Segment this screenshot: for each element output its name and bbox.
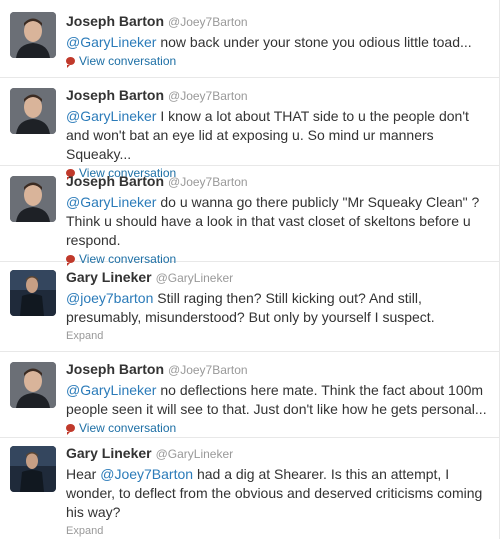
mention-link[interactable]: @GaryLineker	[66, 108, 156, 124]
username[interactable]: @GaryLineker	[156, 271, 234, 285]
view-conversation-label: View conversation	[79, 54, 177, 68]
avatar[interactable]	[10, 362, 56, 408]
avatar[interactable]	[10, 446, 56, 492]
joey-avatar-icon	[10, 362, 56, 408]
tweet-header: Joseph Barton @Joey7Barton	[66, 12, 491, 31]
tweet[interactable]: Joseph Barton @Joey7Barton @GaryLineker d…	[0, 166, 499, 266]
avatar[interactable]	[10, 12, 56, 58]
gary-avatar-icon	[10, 446, 56, 492]
tweet[interactable]: Joseph Barton @Joey7Barton @GaryLineker I…	[0, 78, 499, 180]
gary-avatar-icon	[10, 270, 56, 316]
joey-avatar-icon	[10, 12, 56, 58]
username[interactable]: @Joey7Barton	[168, 175, 248, 189]
tweet-text: Hear @Joey7Barton had a dig at Shearer. …	[66, 465, 491, 522]
expand-link[interactable]: Expand	[66, 524, 491, 539]
tweet-text: @GaryLineker no deflections here mate. T…	[66, 381, 491, 419]
username[interactable]: @Joey7Barton	[168, 15, 248, 29]
tweet-prefix: Hear	[66, 466, 101, 482]
tweet-header: Joseph Barton @Joey7Barton	[66, 360, 491, 379]
avatar[interactable]	[10, 176, 56, 222]
joey-avatar-icon	[10, 176, 56, 222]
tweet[interactable]: Joseph Barton @Joey7Barton @GaryLineker n…	[0, 352, 499, 438]
mention-link[interactable]: @GaryLineker	[66, 194, 156, 210]
display-name[interactable]: Gary Lineker	[66, 269, 152, 285]
username[interactable]: @Joey7Barton	[168, 89, 248, 103]
mention-link[interactable]: @GaryLineker	[66, 34, 156, 50]
conversation-icon	[66, 57, 75, 68]
tweet-text: @GaryLineker do u wanna go there publicl…	[66, 193, 491, 250]
tweet-timeline: Joseph Barton @Joey7Barton @GaryLineker n…	[0, 0, 500, 539]
view-conversation-link[interactable]: View conversation	[66, 420, 491, 436]
mention-link[interactable]: @joey7barton	[66, 290, 153, 306]
username[interactable]: @Joey7Barton	[168, 363, 248, 377]
display-name[interactable]: Joseph Barton	[66, 361, 164, 377]
joey-avatar-icon	[10, 88, 56, 134]
display-name[interactable]: Joseph Barton	[66, 173, 164, 189]
view-conversation-label: View conversation	[79, 421, 177, 435]
display-name[interactable]: Gary Lineker	[66, 445, 152, 461]
username[interactable]: @GaryLineker	[156, 447, 234, 461]
avatar[interactable]	[10, 88, 56, 134]
tweet[interactable]: Joseph Barton @Joey7Barton @GaryLineker n…	[0, 0, 499, 78]
conversation-icon	[66, 424, 75, 435]
tweet-text: @GaryLineker I know a lot about THAT sid…	[66, 107, 491, 164]
expand-link[interactable]: Expand	[66, 329, 491, 344]
tweet-header: Gary Lineker @GaryLineker	[66, 444, 491, 463]
tweet-text: @joey7barton Still raging then? Still ki…	[66, 289, 491, 327]
mention-link[interactable]: @Joey7Barton	[100, 466, 193, 482]
mention-link[interactable]: @GaryLineker	[66, 382, 156, 398]
view-conversation-link[interactable]: View conversation	[66, 53, 491, 69]
tweet-text: @GaryLineker now back under your stone y…	[66, 33, 491, 52]
tweet-header: Joseph Barton @Joey7Barton	[66, 86, 491, 105]
tweet-header: Gary Lineker @GaryLineker	[66, 268, 491, 287]
display-name[interactable]: Joseph Barton	[66, 13, 164, 29]
avatar[interactable]	[10, 270, 56, 316]
tweet-body: now back under your stone you odious lit…	[156, 34, 472, 50]
display-name[interactable]: Joseph Barton	[66, 87, 164, 103]
tweet-header: Joseph Barton @Joey7Barton	[66, 172, 491, 191]
tweet[interactable]: Gary Lineker @GaryLineker @joey7barton St…	[0, 262, 499, 352]
tweet[interactable]: Gary Lineker @GaryLineker Hear @Joey7Bart…	[0, 438, 499, 539]
